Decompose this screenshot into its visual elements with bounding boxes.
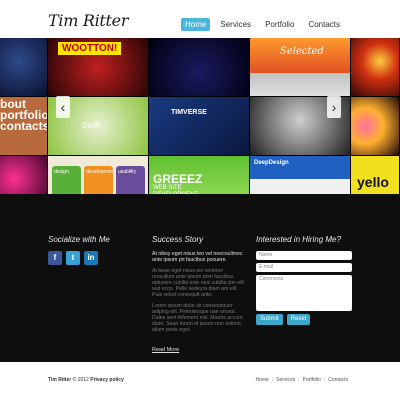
portfolio-tile[interactable]: bout portfolio contacts [0,97,48,156]
name-field[interactable]: Name [256,251,352,260]
site-logo[interactable]: Tim Ritter [48,11,129,30]
tile-title: yello [357,174,389,190]
read-more-link[interactable]: Read More [152,347,179,353]
story-text: At nibsy eget nisus leo vel neecoullmec … [152,251,244,356]
linkedin-icon[interactable]: in [84,251,98,265]
footer-separator: | [323,377,326,383]
footer-nav-services[interactable]: Services [276,377,295,383]
portfolio-tile[interactable] [149,38,250,97]
site-header: Tim Ritter Home Services Portfolio Conta… [0,0,400,38]
twitter-icon[interactable]: t [66,251,80,265]
story-heading: Success Story [152,235,204,244]
copyright-text: © 2012 [72,377,89,383]
story-paragraph: At nibsy eget nisus leo vel neecoullmec … [152,251,243,263]
carousel-prev-arrow-icon[interactable]: ‹ [56,96,70,118]
content-section: Socialize with Me f t in Success Story A… [0,194,400,362]
portfolio-tile[interactable] [351,38,400,97]
main-nav: Home Services Portfolio Contacts [181,18,344,31]
portfolio-tile[interactable]: WOOTTON! [48,38,149,97]
facebook-icon[interactable]: f [48,251,62,265]
tile-title: Selected [280,46,324,57]
carousel-next-arrow-icon[interactable]: › [327,96,341,118]
contact-heading: Interested in Hiring Me? [256,235,341,244]
footer-separator: | [298,377,300,383]
footer-separator: | [271,377,274,383]
footer-nav-home[interactable]: Home [255,377,268,383]
tile-title: DeepDesign [254,160,289,166]
privacy-policy-link[interactable]: Privacy policy [90,377,124,383]
portfolio-tile[interactable]: Selected [250,38,351,97]
tile-title: Swift [82,121,100,130]
social-links: f t in [48,251,98,265]
footer-brand: Tim Ritter [48,377,72,383]
site-footer: Tim Ritter © 2012 Privacy policy Home | … [0,362,400,400]
portfolio-tile[interactable] [0,38,48,97]
form-buttons: Submit Reset [256,314,352,325]
footer-nav-contacts[interactable]: Contacts [328,377,348,383]
nav-services[interactable]: Services [216,18,255,31]
reset-button[interactable]: Reset [286,314,311,325]
portfolio-tile[interactable] [351,97,400,156]
nav-contacts[interactable]: Contacts [304,18,344,31]
tile-title: TIMVERSE [171,109,207,116]
nav-portfolio[interactable]: Portfolio [261,18,298,31]
comments-field[interactable]: Comments [256,275,352,311]
tile-title: bout portfolio contacts [0,97,48,133]
contact-form: Name E-mail Comments Submit Reset [256,251,352,325]
tile-title: WOOTTON! [58,42,122,55]
submit-button[interactable]: Submit [256,314,283,325]
story-paragraph: Lorem ipsum dolor sit consectetuer adipi… [152,303,243,333]
tile-title: GREEEZ [153,172,203,186]
footer-nav-portfolio[interactable]: Portfolio [303,377,321,383]
story-paragraph: At beao eget nisus wo verinner receullum… [152,268,244,298]
copyright: Tim Ritter © 2012 Privacy policy [48,377,124,383]
social-heading: Socialize with Me [48,235,110,244]
nav-home[interactable]: Home [181,18,211,31]
footer-nav: Home | Services | Portfolio | Contacts [255,377,348,383]
email-field[interactable]: E-mail [256,263,352,272]
portfolio-tile[interactable]: TIMVERSE [149,97,250,156]
